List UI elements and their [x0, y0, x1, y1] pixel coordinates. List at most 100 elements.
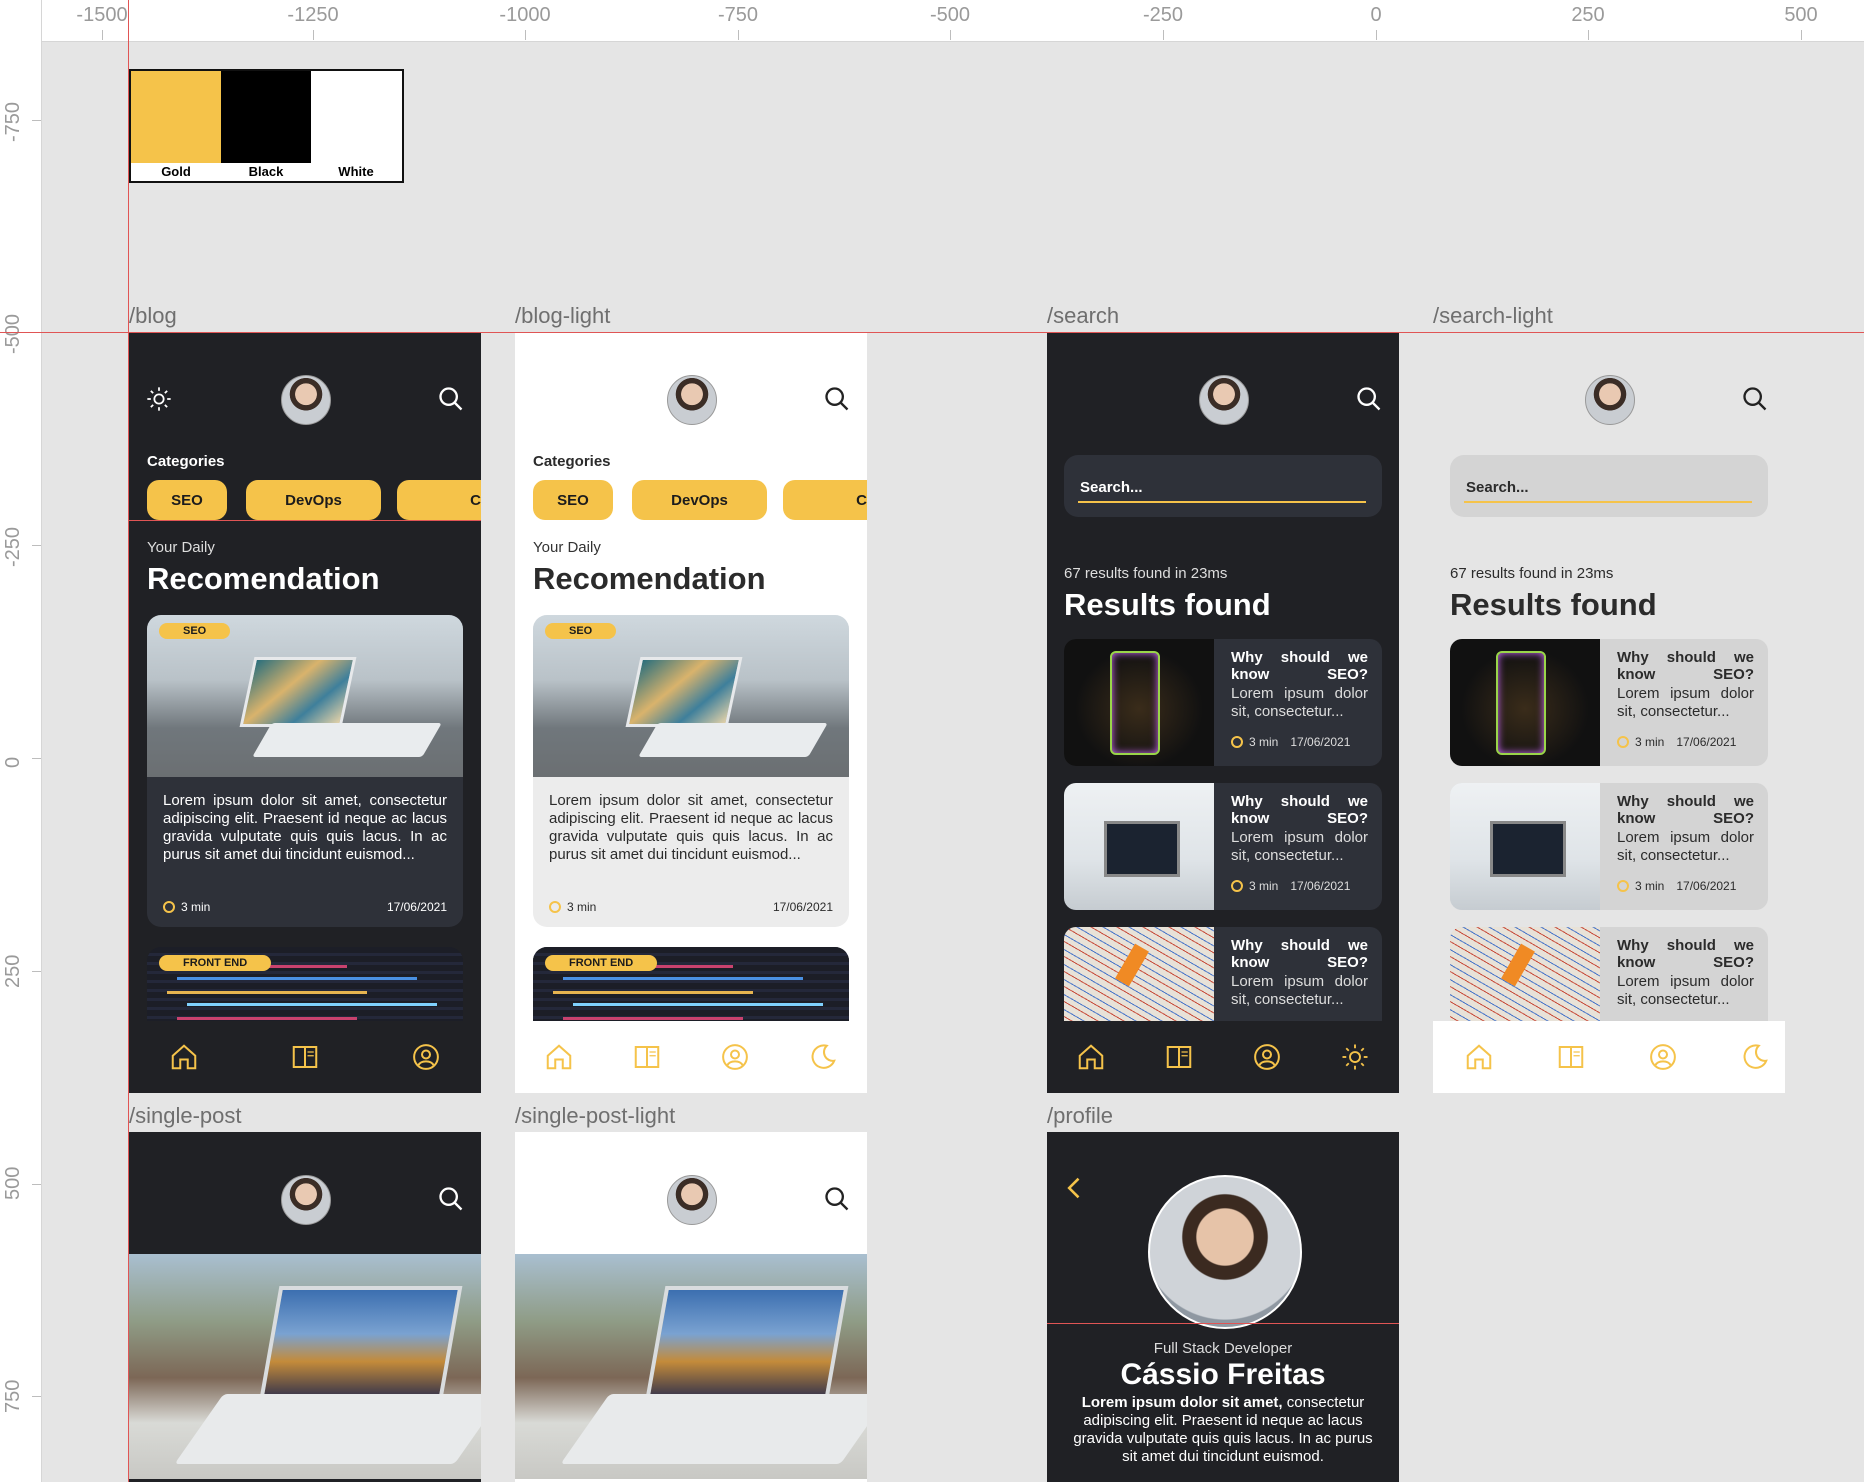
swatch-black[interactable]: Black [221, 71, 311, 181]
read-time: 3 min [567, 900, 597, 914]
category-pill-css[interactable]: CSS [783, 480, 867, 520]
result-card[interactable]: Why should we know SEO? Lorem ipsum dolo… [1064, 783, 1382, 910]
search-input[interactable]: Search... [1450, 455, 1768, 517]
read-time: 3 min [1249, 879, 1279, 893]
category-pill-devops[interactable]: DevOps [246, 480, 381, 520]
user-icon[interactable] [720, 1042, 750, 1072]
frame-label-single-post[interactable]: /single-post [129, 1103, 242, 1129]
sun-icon[interactable] [1340, 1042, 1370, 1072]
frame-label-search-light[interactable]: /search-light [1433, 303, 1553, 329]
ruler-label: 250 [2, 954, 24, 988]
ruler-label: 0 [2, 756, 24, 768]
search-frame: Search... 67 results found in 23ms Resul… [1047, 333, 1399, 1093]
frame-label-blog[interactable]: /blog [129, 303, 177, 329]
category-pill-seo[interactable]: SEO [147, 480, 227, 520]
horizontal-guide [0, 332, 1864, 333]
ruler-label: -250 [1142, 4, 1184, 26]
post-excerpt: Lorem ipsum dolor sit amet, consectetur … [163, 792, 447, 863]
post-card[interactable]: SEO Lorem ipsum dolor sit amet, consecte… [533, 615, 849, 927]
search-icon[interactable] [1741, 385, 1769, 413]
book-icon[interactable] [1164, 1042, 1194, 1072]
moon-icon[interactable] [808, 1042, 838, 1072]
clock-icon [1617, 736, 1629, 748]
read-time: 3 min [1635, 879, 1665, 893]
search-icon[interactable] [823, 1185, 851, 1213]
post-tag: FRONT END [159, 955, 272, 971]
section-title: Recomendation [533, 561, 766, 596]
result-card[interactable]: Why should we know SEO? Lorem ipsum dolo… [1450, 639, 1768, 766]
swatch-label: Gold [161, 164, 191, 179]
guide-line [129, 520, 481, 521]
moon-icon[interactable] [1740, 1042, 1770, 1072]
home-icon[interactable] [544, 1042, 574, 1072]
read-time: 3 min [181, 900, 211, 914]
book-icon[interactable] [632, 1042, 662, 1072]
result-excerpt: Lorem ipsum dolor sit, consectetur... [1617, 829, 1754, 864]
bottom-nav [515, 1021, 867, 1093]
avatar[interactable] [281, 375, 331, 425]
frame-label-profile[interactable]: /profile [1047, 1103, 1113, 1129]
category-pill-css[interactable]: CSS [397, 480, 481, 520]
ruler-label: -1000 [499, 4, 551, 26]
user-icon[interactable] [411, 1042, 441, 1072]
result-date: 17/06/2021 [1676, 735, 1737, 749]
book-icon[interactable] [290, 1042, 320, 1072]
back-chevron-icon[interactable] [1061, 1174, 1089, 1202]
ruler-corner [0, 0, 41, 41]
avatar[interactable] [1585, 375, 1635, 425]
search-icon[interactable] [437, 385, 465, 413]
result-title: Why should we know SEO? [1231, 793, 1368, 827]
bottom-nav [1433, 1021, 1785, 1093]
frame-label-blog-light[interactable]: /blog-light [515, 303, 610, 329]
search-light-frame: Search... 67 results found in 23ms Resul… [1433, 333, 1785, 1093]
left-ruler: -750 -500 -250 0 250 500 750 [0, 0, 42, 1482]
search-icon[interactable] [1355, 385, 1383, 413]
sun-icon[interactable] [145, 385, 173, 413]
top-ruler: -1500 -1250 -1000 -750 -500 -250 0 250 5… [0, 0, 1864, 42]
post-card[interactable]: SEO Lorem ipsum dolor sit amet, consecte… [147, 615, 463, 927]
category-pill-devops[interactable]: DevOps [632, 480, 767, 520]
swatch-label: Black [248, 164, 284, 179]
post-tag: SEO [159, 623, 231, 639]
profile-avatar [1148, 1175, 1302, 1329]
results-count: 67 results found in 23ms [1064, 565, 1228, 582]
post-image [533, 615, 849, 777]
swatch-gold[interactable]: Gold [131, 71, 221, 181]
blog-light-frame: Categories SEO DevOps CSS Your Daily Rec… [515, 333, 867, 1093]
result-title: Why should we know SEO? [1231, 937, 1368, 971]
search-input[interactable]: Search... [1064, 455, 1382, 517]
bottom-nav [1047, 1021, 1399, 1093]
home-icon[interactable] [1076, 1042, 1106, 1072]
section-subtitle: Your Daily [533, 539, 601, 556]
home-icon[interactable] [169, 1042, 199, 1072]
result-card[interactable]: Why should we know SEO? Lorem ipsum dolo… [1450, 783, 1768, 910]
frame-label-single-post-light[interactable]: /single-post-light [515, 1103, 675, 1129]
result-image [1450, 783, 1600, 910]
user-icon[interactable] [1252, 1042, 1282, 1072]
result-card[interactable]: Why should we know SEO? Lorem ipsum dolo… [1064, 639, 1382, 766]
result-excerpt: Lorem ipsum dolor sit, consectetur... [1231, 973, 1368, 1008]
avatar[interactable] [281, 1175, 331, 1225]
search-icon[interactable] [823, 385, 851, 413]
user-icon[interactable] [1648, 1042, 1678, 1072]
avatar[interactable] [1199, 375, 1249, 425]
avatar[interactable] [667, 1175, 717, 1225]
profile-name: Cássio Freitas [1120, 1358, 1326, 1391]
category-pill-seo[interactable]: SEO [533, 480, 613, 520]
swatch-white[interactable]: White [311, 71, 401, 181]
ruler-label: -1500 [76, 4, 128, 26]
single-post-light-frame [515, 1132, 867, 1482]
ruler-label: -500 [2, 313, 24, 354]
result-excerpt: Lorem ipsum dolor sit, consectetur... [1231, 829, 1368, 864]
color-palette[interactable]: Gold Black White [129, 69, 404, 183]
frame-label-search[interactable]: /search [1047, 303, 1119, 329]
profile-role: Full Stack Developer [1153, 1340, 1293, 1357]
home-icon[interactable] [1464, 1042, 1494, 1072]
result-excerpt: Lorem ipsum dolor sit, consectetur... [1231, 685, 1368, 720]
search-placeholder: Search... [1080, 479, 1143, 496]
avatar[interactable] [667, 375, 717, 425]
search-icon[interactable] [437, 1185, 465, 1213]
search-underline [1078, 501, 1366, 503]
swatch-label: White [338, 164, 374, 179]
book-icon[interactable] [1556, 1042, 1586, 1072]
